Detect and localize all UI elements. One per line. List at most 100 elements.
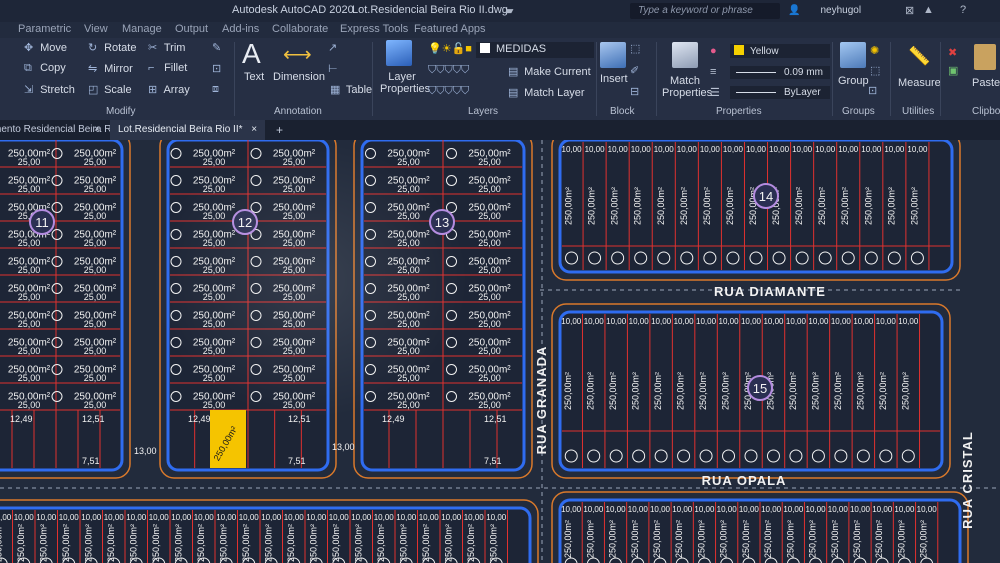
lot-width-label: 10,00 <box>149 513 170 522</box>
edit-block-icon[interactable]: ✐ <box>630 64 639 77</box>
layer-properties-icon[interactable] <box>386 40 412 66</box>
help-icon[interactable]: ? <box>960 4 966 16</box>
rotate-button[interactable]: ↻ Rotate <box>88 41 136 54</box>
lot-frontage-label: 25,00 <box>84 373 107 383</box>
lot-area-label: 250,00m² <box>679 187 689 225</box>
explode-icon[interactable]: ⊡ <box>212 62 221 75</box>
lot-area-label: 250,00m² <box>725 187 735 225</box>
lot-frontage-label: 25,00 <box>203 400 226 410</box>
copy-clip-icon[interactable]: ▣ <box>948 64 958 77</box>
cart-icon[interactable]: ⊠ <box>905 4 914 17</box>
properties-group-label[interactable]: Properties <box>716 106 762 117</box>
insert-button[interactable]: Insert <box>600 73 628 85</box>
offset-icon[interactable]: ⧈ <box>212 83 219 96</box>
separator <box>234 42 235 116</box>
autodesk-app-icon[interactable]: ▲ <box>923 4 934 16</box>
block-attr-icon[interactable]: ⊟ <box>630 85 639 98</box>
leader-icon[interactable]: ↗ <box>328 41 337 54</box>
stretch-button[interactable]: ⇲ Stretch <box>24 83 75 96</box>
insert-icon[interactable] <box>600 42 626 68</box>
utilities-group-label[interactable]: Utilities <box>902 106 934 117</box>
tab-output[interactable]: Output <box>175 23 208 35</box>
dimension-button[interactable]: Dimension <box>273 71 325 83</box>
lot-width-label: 10,00 <box>783 505 804 514</box>
doc-tab-beira-rio-ii[interactable]: Lot.Residencial Beira Rio II* × <box>110 120 266 140</box>
lot-frontage-label: 25,00 <box>478 346 501 356</box>
tab-view[interactable]: View <box>84 23 108 35</box>
cut-icon[interactable]: ✖ <box>948 46 957 59</box>
layers-group-label[interactable]: Layers <box>468 106 498 117</box>
linear-dim-icon[interactable]: ⊢ <box>328 62 338 75</box>
lineweight-icon: ≡ <box>710 66 717 78</box>
paste-button[interactable]: Paste <box>972 77 1000 89</box>
array-button[interactable]: ⊞ Array <box>148 83 190 96</box>
corner-value-label: 12,49 <box>188 414 211 424</box>
close-icon[interactable]: × <box>251 124 257 135</box>
tab-express-tools[interactable]: Express Tools <box>340 23 408 35</box>
lot-width-label: 10,00 <box>806 505 827 514</box>
share-icon[interactable]: ▰ <box>505 4 513 17</box>
trim-button[interactable]: ✂ Trim <box>148 41 185 54</box>
layer-tools-icons[interactable]: ⛉⛉⛉⛉⛉ <box>428 64 469 77</box>
clipboard-group-label[interactable]: Clipbo <box>972 106 1000 117</box>
group-icon[interactable] <box>840 42 866 68</box>
lot-area-label: 250,00m² <box>331 524 341 562</box>
dimension-icon[interactable]: ⟷ <box>283 42 312 67</box>
move-button[interactable]: ✥ Move <box>24 41 67 54</box>
drawing-canvas[interactable]: 250,00m² 25,00 250,00m² 25,00 250,00m² 25,00 2… <box>0 140 1000 563</box>
lot-area-label: 250,00m² <box>443 524 453 562</box>
lot-area-label: 250,00m² <box>398 524 408 562</box>
lineweight-dropdown[interactable]: 0.09 mm <box>730 66 830 79</box>
ungroup-icon[interactable]: ✺ <box>870 44 879 57</box>
lot-area-label: 250,00m² <box>608 520 618 558</box>
close-icon[interactable]: × <box>94 124 100 135</box>
new-tab-icon[interactable]: + <box>276 123 283 137</box>
create-block-icon[interactable]: ⬚ <box>630 42 640 55</box>
tab-collaborate[interactable]: Collaborate <box>272 23 328 35</box>
lot-frontage-label: 25,00 <box>84 319 107 329</box>
group-button[interactable]: Group <box>838 75 869 87</box>
text-icon[interactable]: A <box>242 38 261 70</box>
tab-parametric[interactable]: Parametric <box>18 23 71 35</box>
linetype-dropdown[interactable]: ByLayer <box>730 86 830 99</box>
copy-button[interactable]: ⧉ Copy <box>24 62 66 75</box>
site-plan[interactable]: 250,00m² 25,00 250,00m² 25,00 250,00m² 25,00 2… <box>0 140 1000 563</box>
group-select-icon[interactable]: ⊡ <box>868 84 877 97</box>
block-group-label[interactable]: Block <box>610 106 634 117</box>
tab-featured-apps[interactable]: Featured Apps <box>414 23 486 35</box>
match-properties-icon[interactable] <box>672 42 698 68</box>
user-account[interactable]: 👤 neyhugol <box>788 5 861 16</box>
lot-width-label: 10,00 <box>808 317 829 326</box>
annotation-group-label[interactable]: Annotation <box>274 106 322 117</box>
erase-icon[interactable]: ✎ <box>212 41 221 54</box>
search-input[interactable]: Type a keyword or phrase <box>630 3 780 19</box>
lot-width-label: 10,00 <box>894 505 915 514</box>
linetype-icon: ☰ <box>710 87 720 99</box>
measure-button[interactable]: Measure <box>898 77 941 89</box>
fillet-button[interactable]: ⌐ Fillet <box>148 62 187 74</box>
lot-frontage-label: 25,00 <box>203 184 226 194</box>
tab-add-ins[interactable]: Add-ins <box>222 23 259 35</box>
lot-area-label: 250,00m² <box>810 372 820 410</box>
paste-icon[interactable] <box>974 44 996 70</box>
group-edit-icon[interactable]: ⬚ <box>870 64 880 77</box>
match-properties-button[interactable]: Match Properties <box>662 75 712 99</box>
layer-properties-button[interactable]: Layer Properties <box>380 71 430 95</box>
groups-group-label[interactable]: Groups <box>842 106 875 117</box>
make-current-button[interactable]: ▤ Make Current <box>508 65 591 78</box>
move-icon: ✥ <box>24 42 34 54</box>
color-dropdown[interactable]: Yellow <box>730 44 830 58</box>
lot-width-label: 10,00 <box>629 317 650 326</box>
mirror-button[interactable]: ⇋ Mirror <box>88 62 133 75</box>
match-layer-button[interactable]: ▤ Match Layer <box>508 86 585 99</box>
tab-manage[interactable]: Manage <box>122 23 162 35</box>
table-button[interactable]: ▦ Table <box>330 83 372 96</box>
scale-button[interactable]: ◰ Scale <box>88 83 132 96</box>
layer-tools-icons-2[interactable]: ⛉⛉⛉⛉⛉ <box>428 85 469 98</box>
text-button[interactable]: Text <box>244 71 264 83</box>
modify-group-label[interactable]: Modify <box>106 106 135 117</box>
layer-dropdown[interactable]: MEDIDAS <box>476 42 594 58</box>
measure-icon[interactable]: 📏 <box>908 46 930 67</box>
lot-area-label: 250,00m² <box>421 524 431 562</box>
lot-width-label: 10,00 <box>216 513 237 522</box>
